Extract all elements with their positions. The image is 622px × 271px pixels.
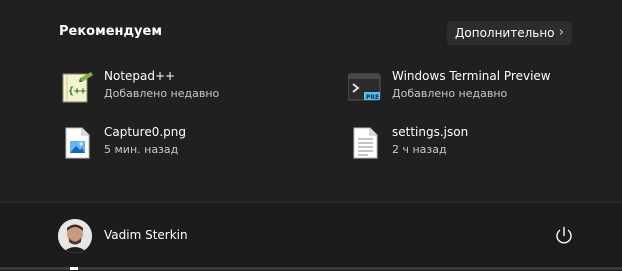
item-subtitle: 5 мин. назад (104, 143, 179, 156)
svg-text:{++: {++ (68, 86, 86, 97)
item-name: Notepad++ (104, 69, 176, 83)
item-subtitle: Добавлено недавно (392, 87, 508, 100)
section-title: Рекомендуем (59, 24, 162, 39)
recommended-item-capture-png[interactable]: Capture0.png 5 мин. назад (60, 124, 290, 164)
terminal-preview-icon: PRE (347, 70, 382, 104)
item-subtitle: 2 ч назад (392, 143, 447, 156)
more-button[interactable]: Дополнительно › (447, 21, 572, 45)
recommended-item-notepadpp[interactable]: {++ Notepad++ Добавлено недавно (60, 68, 290, 108)
item-name: Capture0.png (104, 125, 187, 139)
item-subtitle: Добавлено недавно (104, 87, 220, 100)
start-footer: Vadim Sterkin (0, 202, 622, 271)
recommended-panel: Рекомендуем Дополнительно › {++ Notepad+… (0, 0, 622, 202)
more-button-label: Дополнительно (455, 26, 555, 40)
svg-text:PRE: PRE (366, 94, 379, 101)
power-icon[interactable] (552, 224, 576, 248)
recommended-item-settings-json[interactable]: settings.json 2 ч назад (348, 124, 578, 164)
avatar[interactable] (58, 219, 92, 253)
item-name: settings.json (392, 125, 469, 139)
notepadpp-icon: {++ (60, 70, 94, 104)
item-name: Windows Terminal Preview (392, 69, 551, 83)
text-file-icon (348, 126, 382, 160)
recommended-item-terminal-preview[interactable]: PRE Windows Terminal Preview Добавлено н… (347, 68, 578, 108)
chevron-right-icon: › (558, 25, 564, 40)
user-name[interactable]: Vadim Sterkin (104, 228, 188, 242)
image-file-icon (60, 126, 94, 160)
